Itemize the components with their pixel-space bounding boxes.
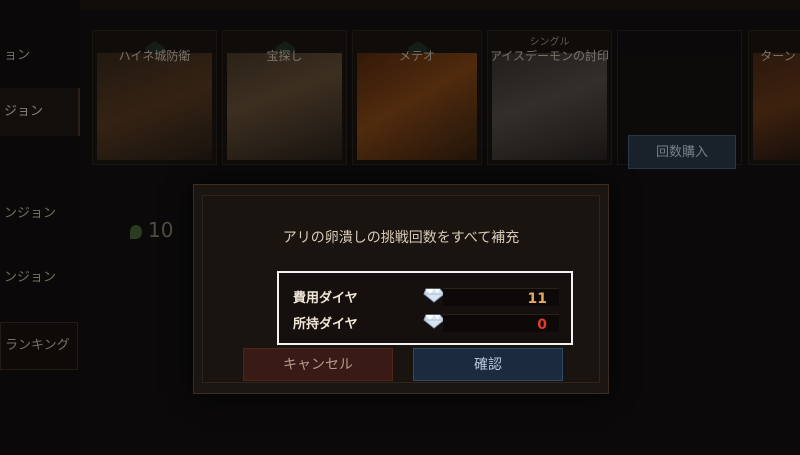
owned-value-bar: 0 — [443, 314, 559, 333]
owned-value: 0 — [537, 317, 547, 333]
cost-value: 11 — [527, 291, 547, 307]
diamond-icon — [423, 314, 445, 329]
confirm-button[interactable]: 確認 — [413, 348, 563, 381]
owned-row: 所持ダイヤ 0 — [287, 311, 563, 333]
dialog-message: アリの卵潰しの挑戦回数をすべて補充 — [282, 230, 520, 246]
dialog-panel: アリの卵潰しの挑戦回数をすべて補充 費用ダイヤ 11 所持ダイヤ 0 キャンセル… — [202, 195, 600, 383]
owned-label: 所持ダイヤ — [293, 317, 358, 332]
cost-summary-box: 費用ダイヤ 11 所持ダイヤ 0 — [277, 271, 573, 345]
cancel-button[interactable]: キャンセル — [243, 348, 393, 381]
cost-label: 費用ダイヤ — [293, 291, 358, 306]
cost-row: 費用ダイヤ 11 — [287, 285, 563, 307]
cost-value-bar: 11 — [443, 288, 559, 307]
diamond-icon — [423, 288, 445, 303]
refill-dialog: アリの卵潰しの挑戦回数をすべて補充 費用ダイヤ 11 所持ダイヤ 0 キャンセル… — [193, 184, 609, 394]
